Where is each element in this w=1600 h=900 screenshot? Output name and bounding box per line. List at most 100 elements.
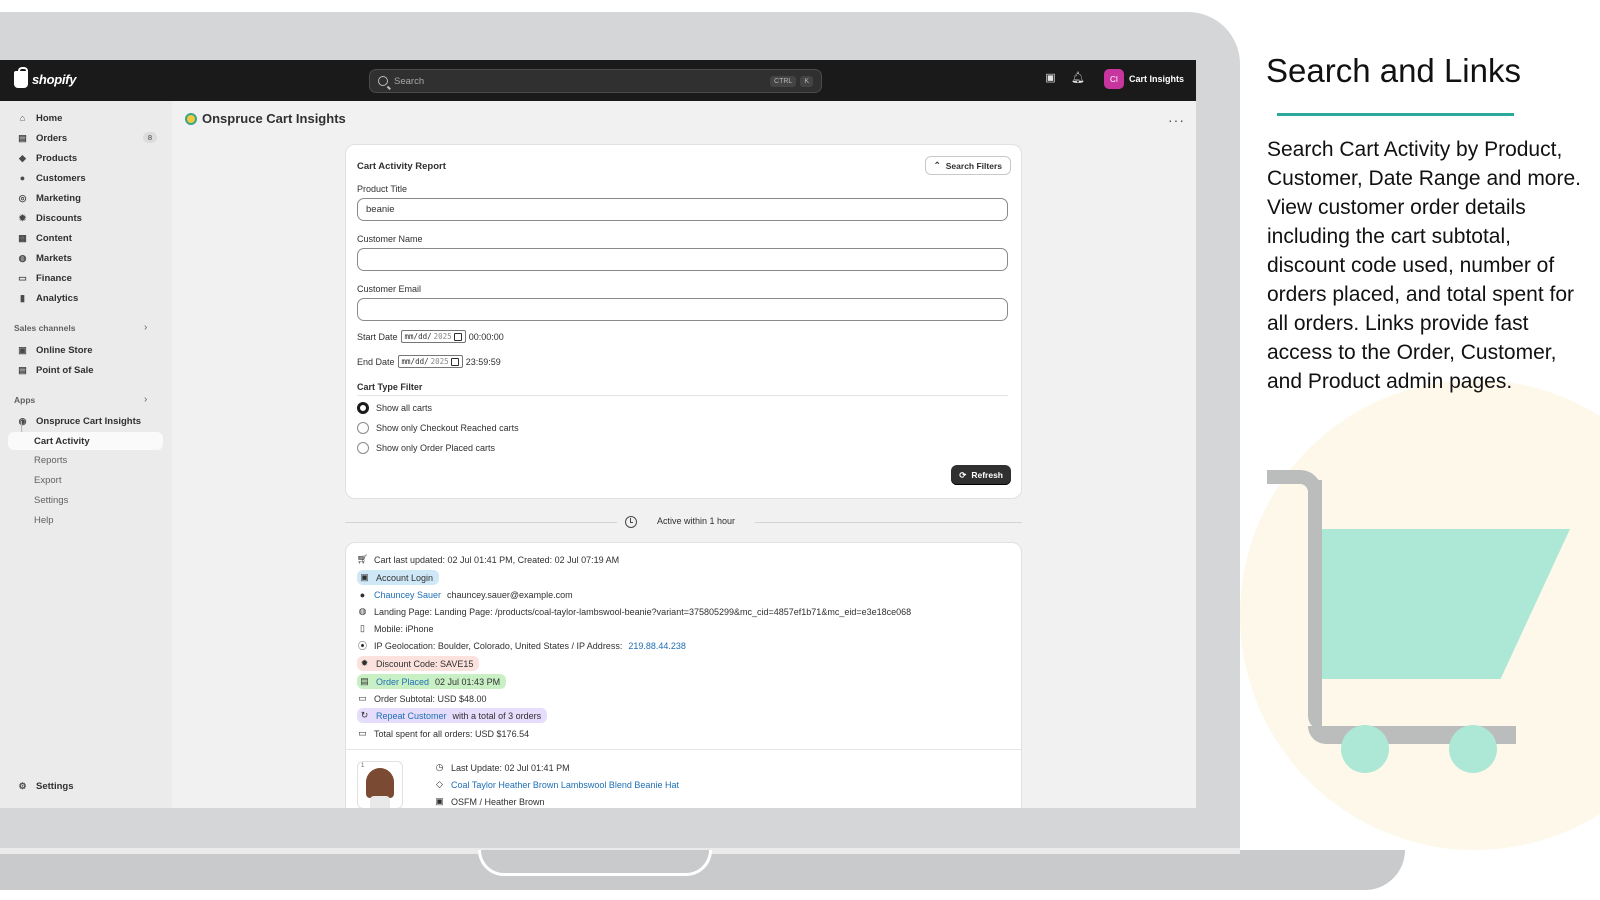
filter-card: Cart Activity Report ⌃ Search Filters Pr… bbox=[345, 144, 1022, 499]
end-date-row: End Date mm/dd/2025 23:59:59 bbox=[357, 355, 501, 368]
beanie-image bbox=[366, 768, 394, 798]
shortcut-key-k: K bbox=[800, 75, 813, 87]
sidebar-item-app[interactable]: ◉ Onspruce Cart Insights bbox=[8, 412, 163, 430]
search-icon bbox=[378, 76, 388, 86]
start-date-mmdd: mm/dd/ bbox=[404, 332, 432, 341]
content-icon: ▦ bbox=[18, 232, 27, 243]
gear-icon: ⚙ bbox=[18, 780, 27, 791]
product-title-input[interactable]: beanie bbox=[357, 198, 1008, 221]
repeat-icon: ↻ bbox=[360, 710, 369, 720]
product-title-link[interactable]: Coal Taylor Heather Brown Lambswool Blen… bbox=[451, 780, 679, 790]
chevron-right-icon[interactable]: › bbox=[144, 322, 147, 333]
sidebar-item-online-store[interactable]: ▣ Online Store bbox=[8, 341, 163, 359]
globe-icon: ◍ bbox=[18, 252, 27, 263]
refresh-label: Refresh bbox=[971, 470, 1003, 480]
search-filters-button[interactable]: ⌃ Search Filters bbox=[924, 156, 1011, 175]
order-placed-link[interactable]: Order Placed bbox=[376, 677, 429, 687]
ip-address-link[interactable]: 219.88.44.238 bbox=[628, 641, 686, 651]
repeat-customer-link[interactable]: Repeat Customer bbox=[376, 711, 447, 721]
sidebar-item-content[interactable]: ▦ Content bbox=[8, 229, 163, 247]
sidebar-item-marketing[interactable]: ◎ Marketing bbox=[8, 189, 163, 207]
sidebar-item-finance[interactable]: ▭ Finance bbox=[8, 269, 163, 287]
sidebar-subitem-export[interactable]: Export bbox=[34, 475, 61, 486]
radio-button-checked[interactable] bbox=[357, 402, 369, 414]
sidebar-item-label: Marketing bbox=[36, 192, 81, 204]
user-menu[interactable]: CI Cart Insights bbox=[1104, 69, 1184, 89]
end-date-input[interactable]: mm/dd/2025 bbox=[397, 355, 463, 368]
cash-icon: ▭ bbox=[358, 693, 367, 703]
radio-button[interactable] bbox=[357, 422, 369, 434]
radio-show-all[interactable]: Show all carts bbox=[357, 402, 432, 414]
tag-icon: ◇ bbox=[436, 779, 443, 789]
sidekick-icon[interactable]: ▣ bbox=[1044, 72, 1057, 85]
calendar-icon[interactable] bbox=[450, 357, 459, 366]
radio-button[interactable] bbox=[357, 442, 369, 454]
search-input[interactable]: Search CTRL K bbox=[369, 69, 822, 93]
globe-icon: ◍ bbox=[358, 606, 367, 616]
refresh-button[interactable]: ⟳ Refresh bbox=[951, 465, 1011, 485]
tag-icon: ◆ bbox=[19, 152, 26, 163]
cart-frame-shape bbox=[1308, 480, 1322, 730]
sidebar: ⌂ Home ▤ Orders 8 ◆ Products ● Customers ◎ Mar… bbox=[0, 101, 172, 808]
product-title-label: Product Title bbox=[357, 184, 408, 194]
cart-updated-text: Cart last updated: 02 Jul 01:41 PM, Crea… bbox=[374, 554, 620, 565]
bell-icon[interactable]: 🔔︎ bbox=[1071, 72, 1085, 85]
stage: shopify Search CTRL K ▣ 🔔︎ CI Cart Insig… bbox=[0, 0, 1600, 900]
account-login-row: ▣ Account Login bbox=[357, 570, 440, 585]
sidebar-item-discounts[interactable]: ✹ Discounts bbox=[8, 209, 163, 227]
more-actions-icon[interactable]: ··· bbox=[1168, 112, 1185, 128]
shopify-logo[interactable]: shopify bbox=[14, 67, 76, 88]
panel-title: Search and Links bbox=[1266, 52, 1521, 89]
radio-checkout-reached[interactable]: Show only Checkout Reached carts bbox=[357, 422, 519, 434]
pos-icon: ▤ bbox=[18, 364, 27, 375]
item-last-update-text: Last Update: 02 Jul 01:41 PM bbox=[451, 762, 570, 773]
sidebar-item-home[interactable]: ⌂ Home bbox=[8, 109, 163, 127]
sidebar-item-label: Discounts bbox=[36, 212, 82, 224]
device-row: ▯ Mobile: iPhone bbox=[357, 623, 434, 634]
sidebar-subitem-help[interactable]: Help bbox=[34, 515, 54, 526]
sidebar-item-label: Finance bbox=[36, 272, 72, 284]
sidebar-item-cart-activity[interactable]: Cart Activity bbox=[8, 432, 163, 450]
shopify-bag-icon bbox=[14, 67, 28, 88]
orders-count-badge: 8 bbox=[142, 132, 157, 143]
end-date-year: 2025 bbox=[430, 357, 449, 366]
customer-email-label: Customer Email bbox=[357, 284, 422, 294]
sidebar-item-point-of-sale[interactable]: ▤ Point of Sale bbox=[8, 361, 163, 379]
sidebar-subitem-reports[interactable]: Reports bbox=[34, 455, 67, 466]
customer-name-link[interactable]: Chauncey Sauer bbox=[374, 590, 441, 600]
radio-label: Show only Checkout Reached carts bbox=[376, 423, 519, 433]
discount-row: ✹ Discount Code: SAVE15 bbox=[357, 656, 480, 671]
sidebar-item-customers[interactable]: ● Customers bbox=[8, 169, 163, 187]
radio-order-placed[interactable]: Show only Order Placed carts bbox=[357, 442, 495, 454]
sidebar-item-analytics[interactable]: ▮ Analytics bbox=[8, 289, 163, 307]
customer-name-input[interactable] bbox=[357, 248, 1008, 271]
sidebar-item-products[interactable]: ◆ Products bbox=[8, 149, 163, 167]
radio-label: Show only Order Placed carts bbox=[376, 443, 496, 453]
sidebar-item-settings[interactable]: ⚙ Settings bbox=[8, 777, 163, 795]
order-placed-badge: ▤ Order Placed 02 Jul 01:43 PM bbox=[357, 674, 507, 689]
item-title-row: ◇ Coal Taylor Heather Brown Lambswool Ble… bbox=[434, 779, 679, 790]
customer-email-input[interactable] bbox=[357, 298, 1008, 321]
landing-page-text: Landing Page: Landing Page: /products/co… bbox=[374, 606, 912, 617]
order-icon: ▤ bbox=[360, 676, 369, 686]
start-date-input[interactable]: mm/dd/2025 bbox=[400, 330, 466, 343]
search-placeholder: Search bbox=[394, 75, 425, 87]
order-subtotal-text: Order Subtotal: USD $48.00 bbox=[374, 693, 487, 704]
calendar-icon[interactable] bbox=[453, 332, 462, 341]
sidebar-item-markets[interactable]: ◍ Markets bbox=[8, 249, 163, 267]
sidebar-subitem-settings[interactable]: Settings bbox=[34, 495, 68, 506]
cash-icon: ▭ bbox=[358, 728, 367, 738]
sidebar-item-orders[interactable]: ▤ Orders 8 bbox=[8, 129, 163, 147]
order-placed-time: 02 Jul 01:43 PM bbox=[435, 676, 501, 687]
cart-icon: 🛒︎ bbox=[356, 554, 369, 564]
account-login-badge: ▣ Account Login bbox=[357, 570, 440, 585]
bank-icon: ▭ bbox=[18, 272, 27, 283]
product-thumbnail[interactable]: 1 bbox=[357, 761, 403, 808]
item-number: 1 bbox=[361, 763, 365, 769]
home-icon: ⌂ bbox=[19, 113, 26, 123]
sidebar-item-label: Markets bbox=[36, 252, 72, 264]
chevron-right-icon[interactable]: › bbox=[144, 394, 147, 405]
account-login-text: Account Login bbox=[376, 572, 434, 583]
card-title: Cart Activity Report bbox=[357, 161, 446, 172]
discount-icon: ✹ bbox=[360, 658, 369, 668]
